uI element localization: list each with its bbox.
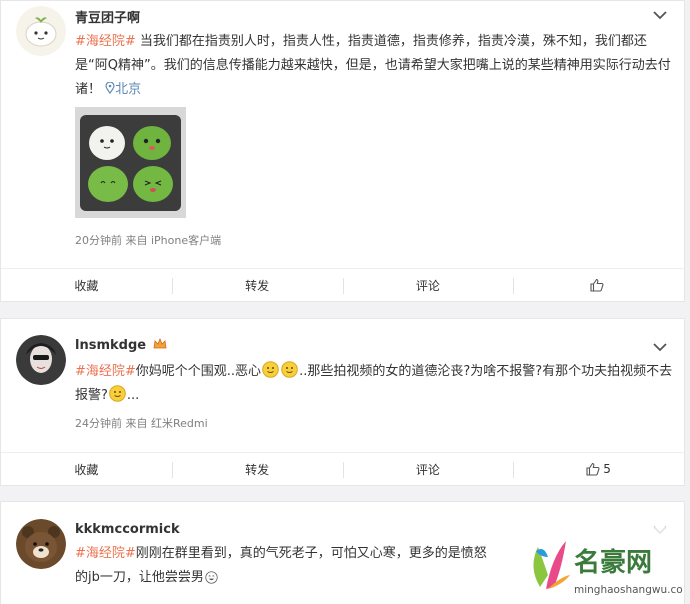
watermark-url: minghaoshangwu.com (574, 584, 683, 596)
comment-post: lnsmkdge #海经院#你妈呢个个围观..恶心 ..那些拍视频的女的道德沦丧?… (0, 318, 685, 486)
smiley-emoji-icon (109, 385, 126, 402)
smiley-emoji-icon (262, 361, 279, 378)
topic-link[interactable]: #海经院# (75, 364, 136, 379)
avatar[interactable] (16, 519, 66, 569)
post-body-part3: ... (126, 388, 140, 403)
chevron-down-icon[interactable] (652, 9, 668, 21)
post-meta: 24分钟前 来自 红米Redmi (75, 417, 208, 430)
like-count: 5 (603, 462, 611, 476)
author-name[interactable]: kkkmccormick (75, 522, 180, 537)
post-text: #海经院#刚刚在群里看到，真的气死老子，可怕又心寒，更多的是愤怒 (75, 542, 504, 566)
favorite-button[interactable]: 收藏 (1, 269, 172, 301)
comment-button[interactable]: 评论 (342, 453, 514, 485)
thumb-up-icon (590, 278, 604, 292)
avatar[interactable] (16, 6, 66, 56)
post-text-line2: 的jb一刀，让他尝尝男 (75, 566, 504, 590)
location-pin-icon (105, 81, 115, 95)
watermark-brand: 名豪网 (574, 547, 652, 578)
action-bar: 收藏 转发 评论 5 (1, 452, 684, 485)
author-name[interactable]: lnsmkdge (75, 337, 167, 353)
post-body-part1: 你妈呢个个围观..恶心 (135, 364, 262, 379)
post-text: #海经院#你妈呢个个围观..恶心 ..那些拍视频的女的道德沦丧?为啥不报警?有那个… (75, 360, 674, 408)
location-label: 北京 (115, 82, 142, 97)
topic-link[interactable]: #海经院# (75, 34, 136, 49)
weibo-feed: 青豆团子啊 #海经院# 当我们都在指责别人时，指责人性，指责道德，指责修养，指责… (0, 0, 690, 604)
like-button[interactable] (513, 269, 684, 301)
weibo-post: 青豆团子啊 #海经院# 当我们都在指责别人时，指责人性，指责道德，指责修养，指责… (0, 0, 685, 302)
chevron-down-icon[interactable] (652, 341, 668, 353)
post-body: 当我们都在指责别人时，指责人性，指责道德，指责修养，指责冷漠，殊不知，我们都还是… (75, 34, 671, 97)
post-text: #海经院# 当我们都在指责别人时，指责人性，指责道德，指责修养，指责冷漠，殊不知… (75, 30, 674, 102)
author-name-label: lnsmkdge (75, 338, 147, 353)
post-image[interactable] (75, 107, 186, 218)
repost-button[interactable]: 转发 (171, 269, 343, 301)
comment-button[interactable]: 评论 (342, 269, 514, 301)
topic-link[interactable]: #海经院# (75, 546, 136, 561)
smiley-emoji-icon (281, 361, 298, 378)
author-name[interactable]: 青豆团子啊 (75, 7, 140, 26)
avatar[interactable] (16, 335, 66, 385)
action-bar: 收藏 转发 评论 (1, 268, 684, 301)
laugh-emoji-icon (205, 571, 218, 584)
like-button[interactable]: 5 (513, 453, 684, 485)
favorite-button[interactable]: 收藏 (1, 453, 172, 485)
post-body-part1: 刚刚在群里看到，真的气死老子，可怕又心寒，更多的是愤怒 (135, 546, 487, 561)
thumb-up-icon (586, 462, 600, 476)
post-body-part2: 的jb一刀，让他尝尝男 (75, 570, 204, 585)
post-meta: 20分钟前 来自 iPhone客户端 (75, 234, 222, 247)
site-watermark: 名豪网 minghaoshangwu.com (518, 527, 690, 601)
crown-badge-icon (153, 337, 167, 349)
location-link[interactable]: 北京 (105, 81, 142, 97)
repost-button[interactable]: 转发 (171, 453, 343, 485)
